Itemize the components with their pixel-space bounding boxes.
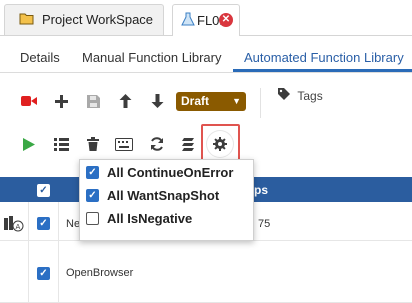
want-snapshot-label[interactable]: All WantSnapShot [107, 188, 219, 203]
list-icon[interactable] [52, 135, 70, 153]
subtab-divider [0, 72, 412, 73]
row-text-suffix: 75 [258, 218, 271, 230]
run-icon[interactable] [20, 135, 38, 153]
add-icon[interactable] [52, 92, 70, 110]
svg-text:A: A [16, 223, 21, 231]
tab-label: Project WorkSpace [42, 12, 154, 27]
toolbar-divider [260, 88, 261, 118]
subtab-manual-function-library[interactable]: Manual Function Library [82, 50, 221, 65]
tag-icon [278, 88, 293, 103]
tab-project-workspace[interactable]: Project WorkSpace [4, 4, 164, 35]
layers-icon[interactable] [179, 135, 197, 153]
is-negative-label[interactable]: All IsNegative [107, 211, 192, 226]
continue-on-error-label[interactable]: All ContinueOnError [107, 165, 233, 180]
keyboard-icon[interactable] [114, 135, 134, 153]
row-checkbox[interactable]: ✓ [37, 267, 50, 280]
settings-button[interactable] [207, 131, 233, 157]
want-snapshot-checkbox[interactable]: ✓ [86, 189, 99, 202]
save-icon[interactable] [84, 92, 102, 110]
flask-icon [181, 12, 195, 30]
grid-header-label: ps [254, 183, 269, 197]
status-label: Draft [181, 94, 210, 108]
grid-column-divider [58, 202, 59, 303]
grid-column-divider [28, 202, 29, 303]
tab-fl01[interactable]: FL01 ✕ [172, 4, 240, 36]
delete-icon[interactable] [84, 135, 102, 153]
record-icon[interactable] [20, 92, 38, 110]
row-checkbox[interactable]: ✓ [37, 217, 50, 230]
close-icon[interactable]: ✕ [219, 13, 233, 27]
continue-on-error-checkbox[interactable]: ✓ [86, 166, 99, 179]
active-tab-indicator [233, 69, 412, 72]
folder-icon [19, 12, 34, 28]
row-text-prefix: Ne [66, 218, 81, 230]
caret-down-icon: ▼ [232, 96, 241, 106]
move-up-icon[interactable] [116, 92, 134, 110]
status-dropdown[interactable]: Draft ▼ [176, 92, 246, 111]
refresh-icon[interactable] [148, 135, 166, 153]
tags-field[interactable]: Tags [278, 88, 323, 103]
select-all-checkbox[interactable]: ✓ [37, 184, 50, 197]
subtab-details[interactable]: Details [20, 50, 60, 65]
tags-label: Tags [297, 89, 323, 103]
subtab-automated-function-library[interactable]: Automated Function Library [244, 50, 404, 65]
row-type-icon: A [4, 216, 24, 235]
move-down-icon[interactable] [148, 92, 166, 110]
is-negative-checkbox[interactable] [86, 212, 99, 225]
row-text: OpenBrowser [66, 267, 134, 279]
gear-icon [213, 137, 227, 154]
